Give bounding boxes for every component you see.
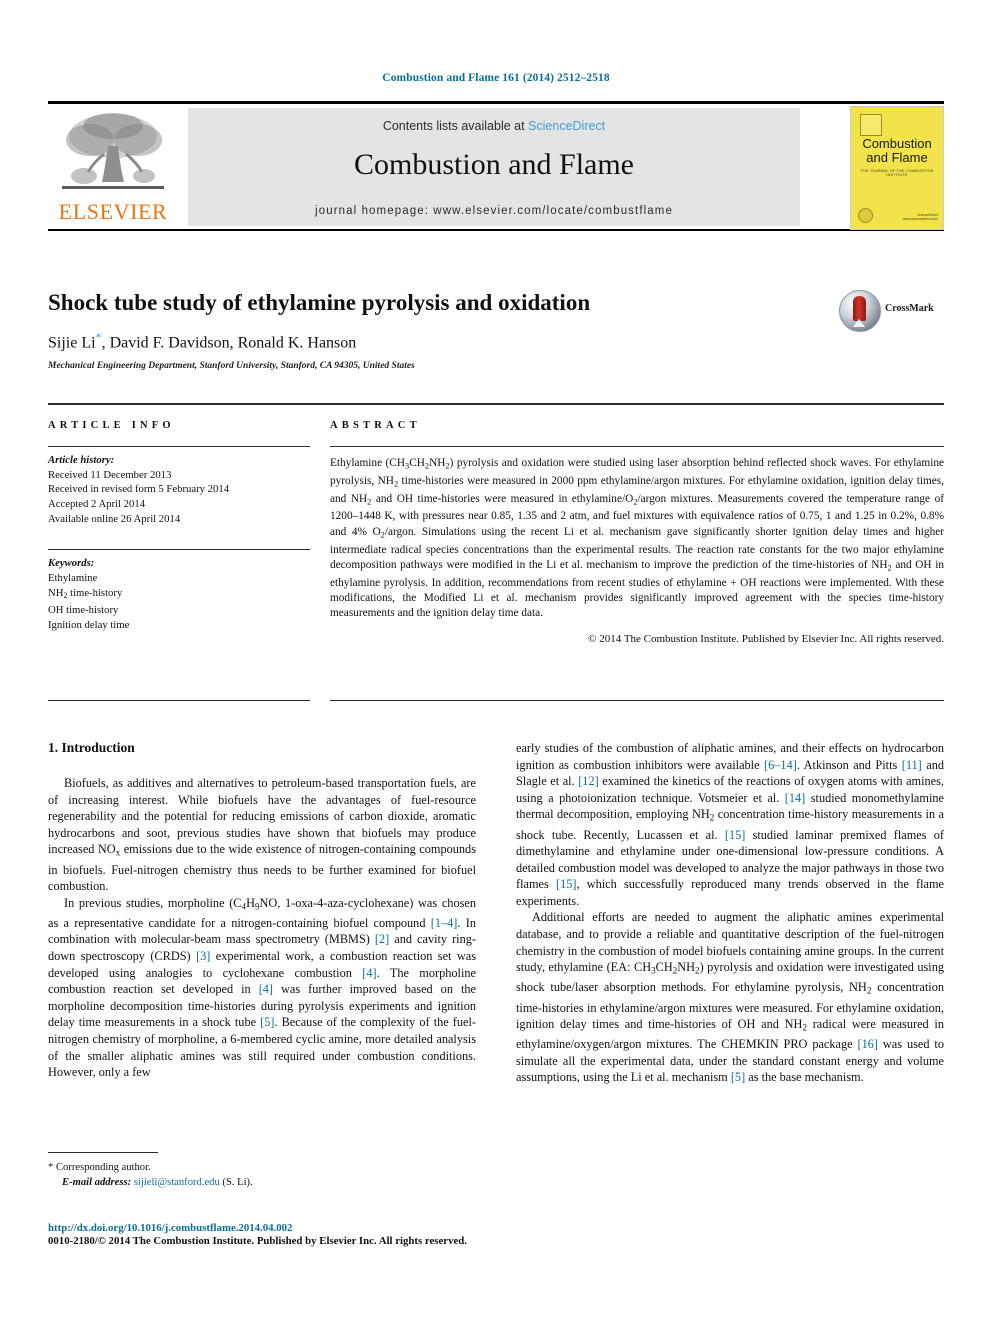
citation-link[interactable]: [4] bbox=[259, 982, 273, 996]
keywords-block: Keywords: Ethylamine NH2 time-history OH… bbox=[48, 549, 310, 632]
paragraph: early studies of the combustion of aliph… bbox=[516, 741, 945, 908]
history-item: Received in revised form 5 February 2014 bbox=[48, 483, 230, 496]
crossmark-badge-group[interactable]: CrossMark bbox=[839, 290, 944, 336]
citation-link[interactable]: [4] bbox=[362, 966, 376, 980]
citation-link[interactable]: [2] bbox=[375, 932, 389, 946]
abstract-text: Ethylamine (CH3CH2NH2) pyrolysis and oxi… bbox=[330, 457, 945, 620]
running-head: Combustion and Flame 161 (2014) 2512–251… bbox=[382, 72, 610, 84]
citation-link[interactable]: [5] bbox=[260, 1015, 274, 1029]
crossmark-triangle-shape bbox=[853, 319, 865, 327]
keyword-item: NH2 time-history bbox=[48, 586, 123, 600]
corresponding-author-note: * Corresponding author. bbox=[48, 1162, 151, 1174]
abstract-copyright: © 2014 The Combustion Institute. Publish… bbox=[588, 632, 944, 645]
article-page: Combustion and Flame 161 (2014) 2512–251… bbox=[0, 0, 992, 1323]
abstract-column: ABSTRACT Ethylamine (CH3CH2NH2) pyrolysi… bbox=[330, 420, 944, 645]
article-info-bottom-rule bbox=[48, 700, 310, 702]
affiliation: Mechanical Engineering Department, Stanf… bbox=[48, 361, 415, 372]
crossmark-icon[interactable] bbox=[839, 290, 881, 332]
citation-link[interactable]: [15] bbox=[556, 877, 577, 891]
citation-link[interactable]: [1–4] bbox=[431, 916, 458, 930]
journal-cover-thumbnail[interactable]: Combustion and Flame THE JOURNAL OF THE … bbox=[850, 106, 944, 230]
journal-title: Combustion and Flame bbox=[354, 148, 634, 181]
elsevier-wordmark: ELSEVIER bbox=[58, 199, 168, 224]
footnote-rule bbox=[48, 1152, 158, 1154]
citation-link[interactable]: [3] bbox=[196, 949, 210, 963]
title-separator-rule bbox=[48, 403, 944, 405]
article-history-block: Article history: Received 11 December 20… bbox=[48, 447, 310, 526]
keyword-item: OH time-history bbox=[48, 604, 119, 617]
elsevier-logo: ELSEVIER bbox=[48, 108, 178, 226]
abstract-heading: ABSTRACT bbox=[330, 420, 421, 431]
paragraph: In previous studies, morpholine (C4H9NO,… bbox=[48, 895, 477, 1080]
issn-copyright-line: 0010-2180/© 2014 The Combustion Institut… bbox=[48, 1235, 467, 1247]
citation-link[interactable]: [11] bbox=[902, 758, 922, 772]
sciencedirect-band: Contents lists available at ScienceDirec… bbox=[188, 108, 800, 226]
contents-line: Contents lists available at ScienceDirec… bbox=[188, 119, 800, 133]
contents-prefix: Contents lists available at bbox=[382, 119, 529, 133]
journal-masthead: ELSEVIER Contents lists available at Sci… bbox=[48, 101, 944, 231]
cover-footer-text: ScienceDirect www.sciencedirect.com bbox=[902, 212, 938, 222]
doi-link[interactable]: http://dx.doi.org/10.1016/j.combustflame… bbox=[48, 1222, 668, 1234]
cover-seal-icon bbox=[858, 208, 873, 223]
article-info-column: ARTICLE INFO Article history: Received 1… bbox=[48, 420, 310, 633]
masthead-bottom-rule bbox=[48, 228, 944, 231]
email-label: E-mail address: bbox=[62, 1176, 132, 1188]
section-heading-introduction: 1. Introduction bbox=[48, 740, 135, 755]
cover-subtitle: THE JOURNAL OF THE COMBUSTION INSTITUTE bbox=[860, 169, 934, 177]
cover-title: Combustion and Flame bbox=[851, 137, 943, 165]
paragraph: Additional efforts are needed to augment… bbox=[516, 910, 944, 1085]
author-list: Sijie Li*, David F. Davidson, Ronald K. … bbox=[48, 330, 944, 352]
author-first: Sijie Li bbox=[48, 334, 96, 352]
page-title: Shock tube study of ethylamine pyrolysis… bbox=[48, 290, 591, 315]
email-link[interactable]: sijieli@stanford.edu bbox=[134, 1177, 220, 1188]
history-item: Accepted 2 April 2014 bbox=[48, 497, 146, 510]
paragraph: Biofuels, as additives and alternatives … bbox=[48, 776, 476, 894]
cover-title-line1: Combustion bbox=[862, 136, 932, 151]
citation-link[interactable]: [6–14] bbox=[764, 758, 797, 772]
email-note: E-mail address: sijieli@stanford.edu (S.… bbox=[48, 1176, 476, 1191]
masthead-top-rule bbox=[48, 101, 944, 104]
footnote-block: * Corresponding author. E-mail address: … bbox=[48, 1152, 476, 1190]
cover-elsevier-mark bbox=[860, 114, 882, 136]
body-column-left: 1. Introduction Biofuels, as additives a… bbox=[48, 740, 476, 1081]
keywords-label: Keywords: bbox=[48, 557, 95, 570]
article-info-heading: ARTICLE INFO bbox=[48, 420, 175, 431]
history-item: Received 11 December 2013 bbox=[48, 468, 172, 481]
citation-link[interactable]: [14] bbox=[785, 791, 806, 805]
keywords-body: Keywords: Ethylamine NH2 time-history OH… bbox=[48, 550, 310, 632]
email-suffix: (S. Li). bbox=[219, 1176, 253, 1188]
cover-title-line2: and Flame bbox=[866, 150, 928, 165]
abstract-bottom-rule bbox=[330, 700, 944, 702]
elsevier-tree-icon bbox=[62, 113, 164, 189]
sciencedirect-link[interactable]: ScienceDirect bbox=[528, 119, 605, 133]
body-column-right: early studies of the combustion of aliph… bbox=[516, 740, 944, 1086]
author-rest: , David F. Davidson, Ronald K. Hanson bbox=[101, 334, 357, 352]
journal-homepage-link[interactable]: journal homepage: www.elsevier.com/locat… bbox=[188, 205, 800, 217]
page-footer: http://dx.doi.org/10.1016/j.combustflame… bbox=[48, 1222, 668, 1247]
citation-link[interactable]: [15] bbox=[725, 828, 746, 842]
article-history-label: Article history: bbox=[48, 454, 115, 467]
citation-link[interactable]: [16] bbox=[858, 1037, 879, 1051]
crossmark-bar-shape bbox=[853, 296, 866, 321]
citation-link[interactable]: [5] bbox=[731, 1070, 745, 1084]
title-block: Shock tube study of ethylamine pyrolysis… bbox=[48, 290, 944, 371]
keyword-item: Ethylamine bbox=[48, 571, 98, 584]
citation-link[interactable]: [12] bbox=[578, 774, 599, 788]
keyword-item: Ignition delay time bbox=[48, 618, 130, 631]
crossmark-label: CrossMark bbox=[885, 303, 934, 314]
history-item: Available online 26 April 2014 bbox=[48, 512, 181, 525]
